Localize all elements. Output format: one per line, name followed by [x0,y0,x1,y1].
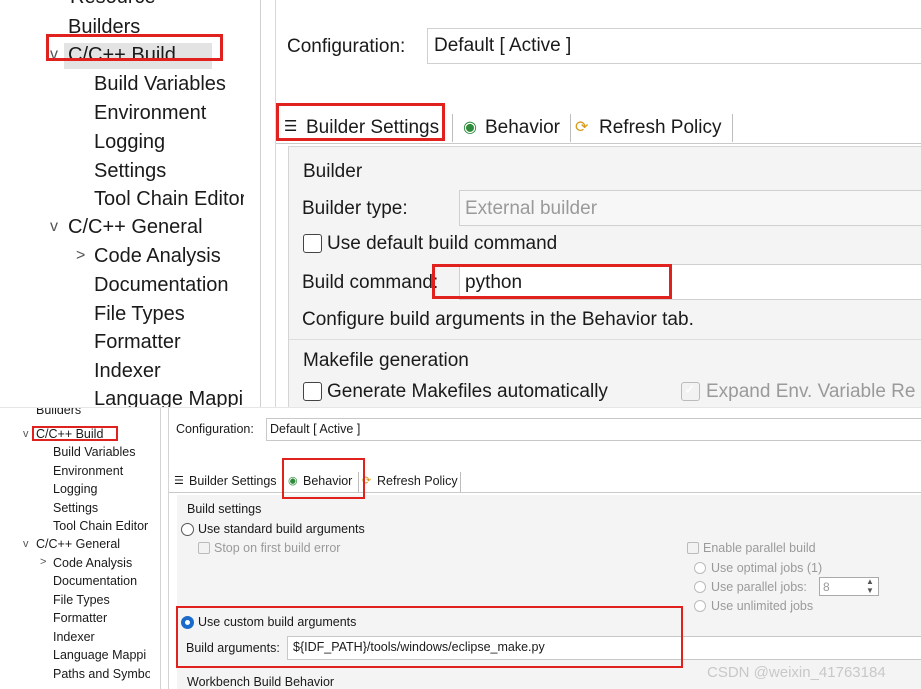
tree-item-paths-and-symbols[interactable]: Paths and Symbo [53,667,150,681]
tree-item-build-variables[interactable]: Build Variables [94,73,226,96]
tree-item-cc-general[interactable]: C/C++ General [68,216,203,239]
tree-item-tool-chain-editor[interactable]: Tool Chain Editor [53,519,150,533]
use-default-build-command-label: Use default build command [327,233,558,254]
radio-icon: ◉ [463,119,477,136]
panel-divider [0,407,921,408]
stop-on-error-checkbox [198,542,210,554]
builder-group-label: Builder [303,161,363,182]
tree-item-builders[interactable]: Builders [36,408,81,417]
chevron-down-icon[interactable]: v [50,218,58,236]
tree-item-formatter[interactable]: Formatter [94,331,181,354]
configuration-value: Default [ Active ] [270,422,361,436]
configuration-label: Configuration: [176,422,254,436]
tab-refresh-policy[interactable]: ⟳ Refresh Policy [572,114,733,142]
watermark: CSDN @weixin_41763184 [707,664,886,681]
chevron-right-icon: > [50,0,59,6]
refresh-icon: ⟳ [575,119,589,136]
annotation-cc-build [46,34,223,61]
tree-item-settings[interactable]: Settings [94,160,166,183]
workbench-build-behavior-label: Workbench Build Behavior [187,675,335,689]
tree-item-settings[interactable]: Settings [53,501,98,515]
build-settings-group-label: Build settings [187,502,262,516]
tree-item-indexer[interactable]: Indexer [53,630,95,644]
annotation-behavior-tab [282,458,365,499]
tree-item-formatter[interactable]: Formatter [53,611,107,625]
annotation-cc-build [32,426,118,441]
annotation-custom-build-args [176,606,683,668]
chevron-right-icon[interactable]: > [40,556,46,568]
tab-label: Behavior [485,117,560,138]
tree-item-code-analysis[interactable]: Code Analysis [94,245,221,268]
parallel-jobs-radio [694,581,706,593]
configuration-value: Default [ Active ] [434,35,572,56]
use-default-build-command-checkbox[interactable] [303,234,322,253]
behavior-tab-hint: Configure build arguments in the Behavio… [302,309,694,330]
tree-item-code-analysis[interactable]: Code Analysis [53,556,132,570]
builder-type-value: External builder [465,198,598,219]
enable-parallel-checkbox [687,542,699,554]
builder-type-field: External builder [459,190,921,226]
properties-tree: > Resource Builders v C/C++ Build Build … [0,0,261,408]
properties-tree: Builders v C/C++ Build Build Variables E… [0,408,161,689]
expand-env-label: Expand Env. Variable Re [706,381,916,402]
tree-item-logging[interactable]: Logging [94,131,165,154]
tree-item-build-variables[interactable]: Build Variables [53,445,135,459]
tab-builder-settings[interactable]: ☰ Builder Settings [173,472,284,492]
tab-label: Refresh Policy [377,474,458,488]
chevron-down-icon[interactable]: v [23,428,29,440]
parallel-jobs-label: Use parallel jobs: [711,580,807,594]
unlimited-jobs-label: Use unlimited jobs [711,599,814,613]
tree-item-language-mappings[interactable]: Language Mappi [94,388,246,408]
annotation-build-command [432,264,672,299]
spin-up-icon: ▲ [866,577,874,586]
tree-item-file-types[interactable]: File Types [94,303,185,326]
tab-label: Refresh Policy [599,117,722,138]
build-command-label: Build command: [302,272,439,293]
annotation-builder-settings-tab [276,103,445,141]
tree-item-environment[interactable]: Environment [94,102,206,125]
tree-item-environment[interactable]: Environment [53,464,123,478]
tree-item-indexer[interactable]: Indexer [94,360,161,383]
tree-item-logging[interactable]: Logging [53,482,98,496]
configuration-select[interactable]: Default [ Active ] [427,28,921,64]
tab-label: Builder Settings [189,474,277,488]
stop-on-error-label: Stop on first build error [214,541,341,555]
spin-down-icon: ▼ [866,586,874,595]
enable-parallel-label: Enable parallel build [703,541,816,555]
expand-env-checkbox: ✓ [681,381,700,401]
chevron-right-icon[interactable]: > [76,247,85,265]
standard-args-radio[interactable] [181,523,194,536]
check-icon: ✓ [684,381,696,397]
tab-refresh-policy[interactable]: ⟳ Refresh Policy [360,472,461,492]
properties-page: Configuration: Default [ Active ] ☰ Buil… [275,0,921,408]
tab-behavior[interactable]: ◉ Behavior [458,114,571,142]
tree-item-documentation[interactable]: Documentation [94,274,229,297]
parallel-jobs-value: 8 [823,580,830,594]
optimal-jobs-radio [694,562,706,574]
parallel-jobs-spinner: 8 ▲ ▼ [819,577,879,596]
tree-item-tool-chain-editor[interactable]: Tool Chain Editor [94,188,244,211]
optimal-jobs-label: Use optimal jobs (1) [711,561,823,575]
top-screenshot: > Resource Builders v C/C++ Build Build … [0,0,921,408]
list-icon: ☰ [174,475,184,487]
tree-item-resource[interactable]: Resource [70,0,156,9]
tree-item-file-types[interactable]: File Types [53,593,110,607]
bottom-screenshot: Builders v C/C++ Build Build Variables E… [0,408,921,689]
tree-item-documentation[interactable]: Documentation [53,574,137,588]
standard-args-label: Use standard build arguments [198,522,365,536]
generate-makefiles-label: Generate Makefiles automatically [327,381,608,402]
configuration-select[interactable]: Default [ Active ] [266,418,921,441]
makefile-group-label: Makefile generation [303,350,469,371]
generate-makefiles-checkbox[interactable] [303,382,322,401]
tree-item-language-mappings[interactable]: Language Mappi [53,648,150,662]
builder-type-label: Builder type: [302,198,408,219]
unlimited-jobs-radio [694,600,706,612]
chevron-down-icon[interactable]: v [23,538,29,550]
tree-item-cc-general[interactable]: C/C++ General [36,537,120,551]
configuration-label: Configuration: [287,36,406,57]
